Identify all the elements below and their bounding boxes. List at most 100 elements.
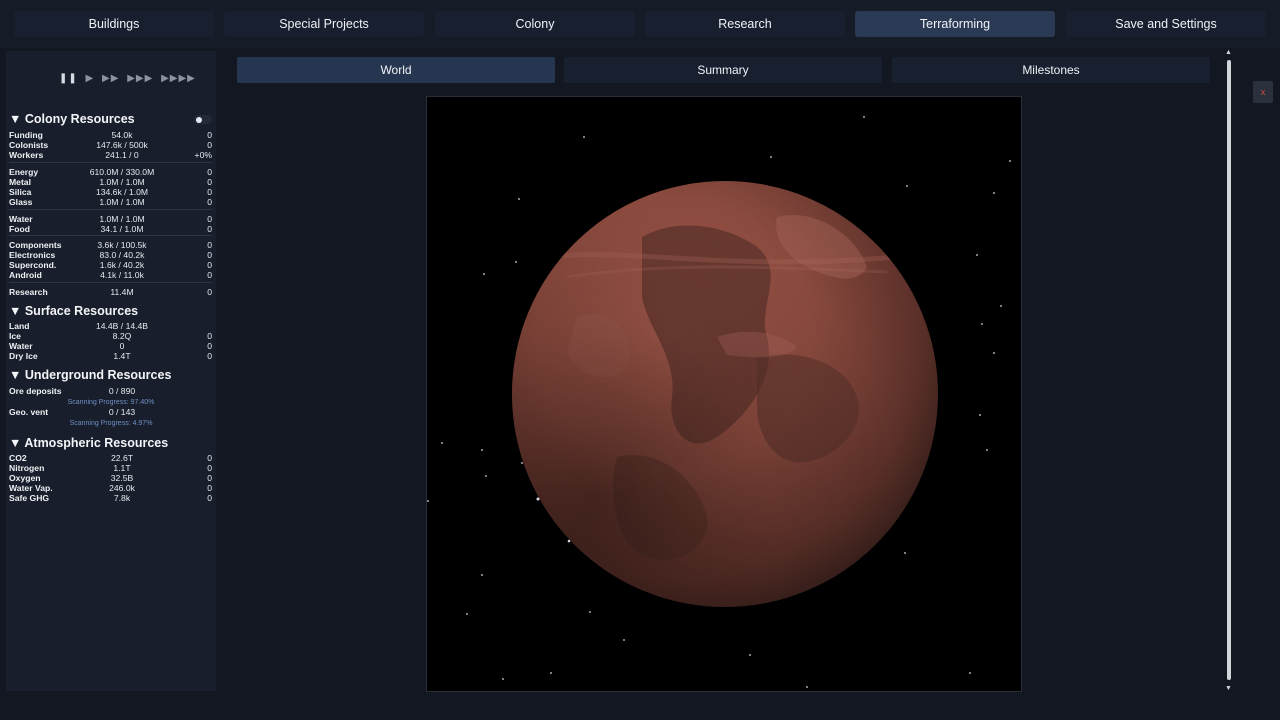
colony-resource-row: Android 4.1k / 11.0k 0	[9, 270, 212, 280]
resource-rate: 0	[207, 453, 212, 463]
tab-colony[interactable]: Colony	[435, 11, 635, 37]
scrollbar-thumb[interactable]	[1227, 60, 1231, 680]
resource-value: 147.6k / 500k	[96, 140, 148, 150]
colony-resource-row: Water 1.0M / 1.0M 0	[9, 214, 212, 224]
colony-resource-row: Research 11.4M 0	[9, 287, 212, 297]
resource-rate: +0%	[194, 150, 212, 160]
colony-resource-row: Electronics 83.0 / 40.2k 0	[9, 250, 212, 260]
colony-resource-row: Funding 54.0k 0	[9, 130, 212, 140]
subtab-world[interactable]: World	[237, 57, 555, 83]
resource-rate: 0	[207, 463, 212, 473]
underground-resource-row: Geo. vent 0 / 143	[9, 407, 212, 417]
tab-terraforming[interactable]: Terraforming	[855, 11, 1055, 37]
resource-name: Electronics	[9, 250, 56, 260]
resource-rate: 0	[207, 177, 212, 187]
resource-value: 11.4M	[110, 287, 134, 297]
colony-resource-row: Metal 1.0M / 1.0M 0	[9, 177, 212, 187]
planet-sphere[interactable]	[512, 181, 938, 607]
resource-rate: 0	[207, 270, 212, 280]
resource-name: Ice	[9, 331, 21, 341]
resource-name: Oxygen	[9, 473, 41, 483]
divider	[9, 282, 212, 283]
fast-forward-2-icon[interactable]: ▶▶	[102, 73, 119, 84]
subtab-summary[interactable]: Summary	[564, 57, 882, 83]
play-icon[interactable]: ▶	[86, 73, 95, 84]
fast-forward-4-icon[interactable]: ▶▶▶▶	[161, 73, 196, 84]
resource-rate: 0	[207, 331, 212, 341]
resource-name: Ore deposits	[9, 386, 62, 396]
main-scrollbar[interactable]: ▲ ▼	[1225, 49, 1232, 692]
tab-special-projects[interactable]: Special Projects	[224, 11, 424, 37]
resource-value: 1.6k / 40.2k	[99, 260, 145, 270]
resource-value: 4.1k / 11.0k	[100, 270, 144, 280]
resource-name: Metal	[9, 177, 31, 187]
tab-research[interactable]: Research	[645, 11, 845, 37]
resource-rate: 0	[207, 493, 212, 503]
resource-name: Silica	[9, 187, 32, 197]
surface-resource-row: Ice 8.2Q 0	[9, 331, 212, 341]
resource-name: Supercond.	[9, 260, 57, 270]
terraforming-subtabs: World Summary Milestones	[228, 51, 1218, 89]
resource-value: 610.0M / 330.0M	[89, 167, 155, 177]
close-button[interactable]: x	[1253, 81, 1273, 103]
resource-name: Land	[9, 321, 30, 331]
resource-name: Research	[9, 287, 48, 297]
planet-render	[427, 116, 1011, 688]
subtab-milestones[interactable]: Milestones	[892, 57, 1210, 83]
resource-rate: 0	[207, 250, 212, 260]
speed-controls: ❚❚ ▶ ▶▶ ▶▶▶ ▶▶▶▶	[59, 73, 200, 84]
fast-forward-3-icon[interactable]: ▶▶▶	[127, 73, 153, 84]
resource-name: Colonists	[9, 140, 49, 150]
resource-name: Energy	[9, 167, 39, 177]
resource-value: 14.4B / 14.4B	[95, 321, 149, 331]
tab-save-and-settings[interactable]: Save and Settings	[1066, 11, 1266, 37]
resource-name: Safe GHG	[9, 493, 50, 503]
colony-resource-row: Glass 1.0M / 1.0M 0	[9, 197, 212, 207]
resource-name: Dry Ice	[9, 351, 38, 361]
scanning-progress: Scanning Progress: 4.97%	[69, 420, 153, 427]
tab-buildings[interactable]: Buildings	[14, 11, 214, 37]
resource-rate: 0	[207, 187, 212, 197]
resource-value: 246.0k	[109, 483, 135, 493]
colony-resource-row: Supercond. 1.6k / 40.2k 0	[9, 260, 212, 270]
resource-value: 3.6k / 100.5k	[97, 240, 147, 250]
underground-resources-title[interactable]: ▼ Underground Resources	[9, 368, 171, 382]
colony-resources-toggle[interactable]	[194, 115, 212, 124]
planet-viewport[interactable]	[426, 96, 1022, 692]
resource-value: 7.8k	[113, 493, 131, 503]
resource-rate: 0	[207, 341, 212, 351]
resource-value: 1.0M / 1.0M	[99, 214, 145, 224]
colony-resource-row: Colonists 147.6k / 500k 0	[9, 140, 212, 150]
resource-name: CO2	[9, 453, 27, 463]
divider	[9, 235, 212, 236]
close-icon: x	[1260, 87, 1266, 97]
divider	[9, 209, 212, 210]
scroll-down-icon[interactable]: ▼	[1225, 685, 1232, 692]
resource-rate: 0	[207, 140, 212, 150]
surface-resource-row: Water 0 0	[9, 341, 212, 351]
atmospheric-resources-title[interactable]: ▼ Atmospheric Resources	[9, 436, 168, 450]
resource-name: Water	[9, 214, 33, 224]
resource-name: Geo. vent	[9, 407, 49, 417]
atmospheric-resource-row: CO2 22.6T 0	[9, 453, 212, 463]
resource-name: Water	[9, 341, 33, 351]
resource-name: Components	[9, 240, 62, 250]
resource-value: 34.1 / 1.0M	[100, 224, 144, 234]
scroll-up-icon[interactable]: ▲	[1225, 49, 1232, 56]
atmospheric-resource-row: Oxygen 32.5B 0	[9, 473, 212, 483]
resource-name: Funding	[9, 130, 43, 140]
resource-value: 1.0M / 1.0M	[99, 197, 145, 207]
resource-sidebar: ❚❚ ▶ ▶▶ ▶▶▶ ▶▶▶▶ ▼ Colony Resources Fund…	[6, 51, 216, 691]
resource-value: 8.2Q	[112, 331, 132, 341]
resource-rate: 0	[207, 167, 212, 177]
resource-rate: 0	[207, 351, 212, 361]
resource-value: 22.6T	[111, 453, 133, 463]
colony-resources-title[interactable]: ▼ Colony Resources	[9, 112, 135, 126]
resource-name: Nitrogen	[9, 463, 45, 473]
resource-value: 1.0M / 1.0M	[99, 177, 145, 187]
pause-icon[interactable]: ❚❚	[59, 73, 78, 84]
colony-resource-row: Workers 241.1 / 0 +0%	[9, 150, 212, 160]
resource-value: 0	[119, 341, 125, 351]
surface-resources-title[interactable]: ▼ Surface Resources	[9, 304, 138, 318]
resource-value: 0 / 890	[108, 386, 136, 396]
